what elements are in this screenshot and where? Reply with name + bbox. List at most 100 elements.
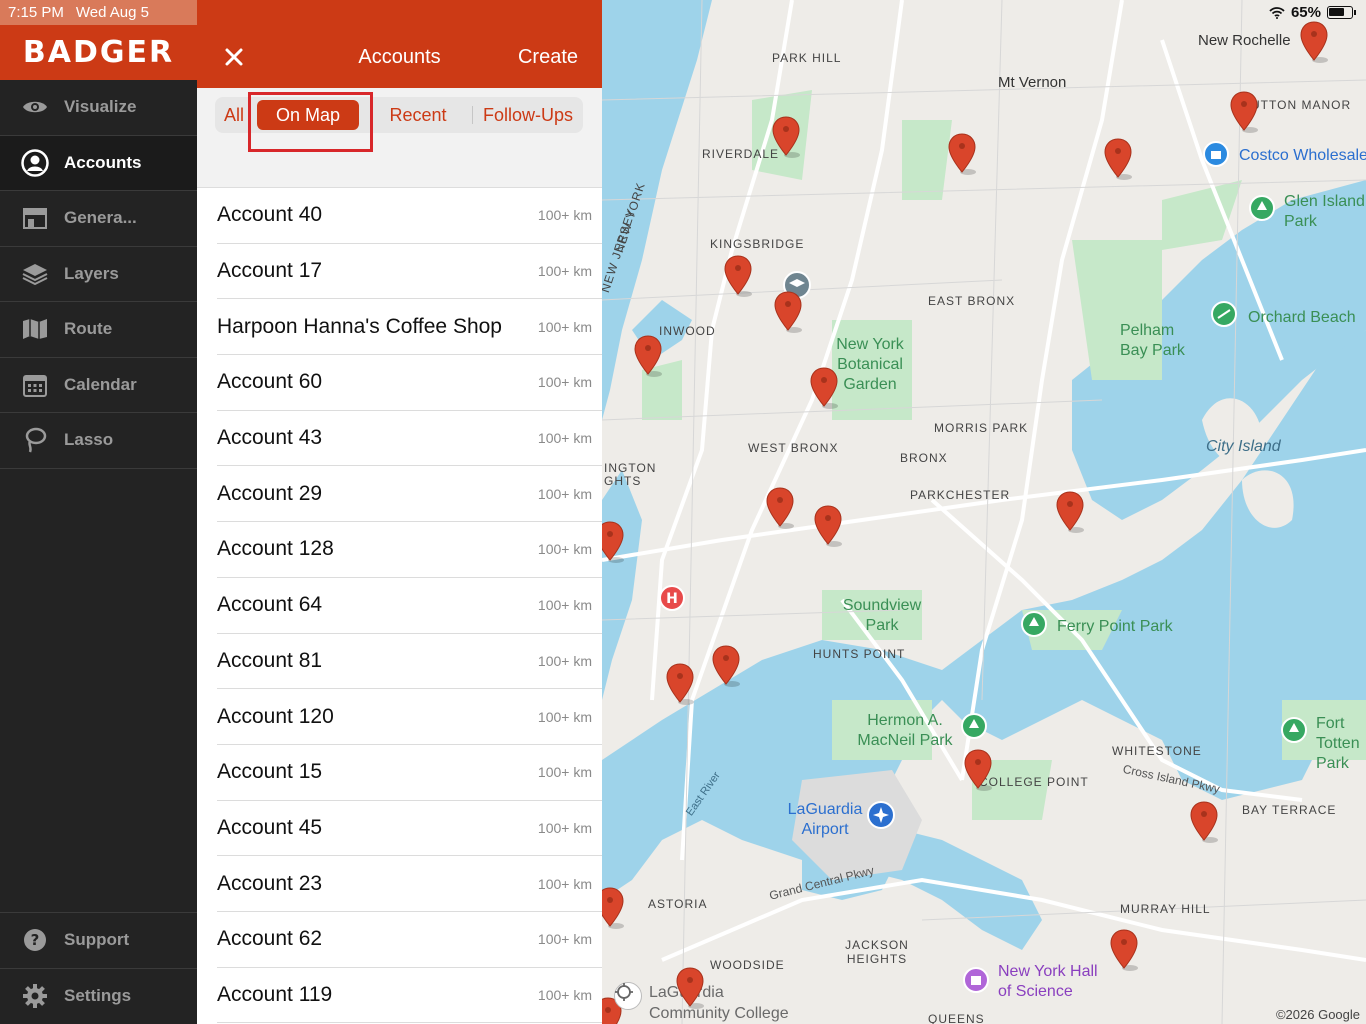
account-distance: 100+ km xyxy=(537,541,592,558)
account-row[interactable]: Account 15 100+ km xyxy=(217,745,602,801)
map-label-riverdale: RIVERDALE xyxy=(702,147,780,161)
accounts-panel: Accounts Create All On Map Recent Follow… xyxy=(197,0,602,1024)
account-map-pin[interactable] xyxy=(808,366,840,410)
account-map-pin[interactable] xyxy=(674,966,706,1010)
map-label-soundview: Soundview Park xyxy=(842,597,922,634)
status-date: Wed Aug 5 xyxy=(75,4,149,21)
account-row[interactable]: Account 45 100+ km xyxy=(217,801,602,857)
sidebar-bottom: ? Support Settings xyxy=(0,912,197,1024)
account-name: Account 128 xyxy=(217,537,334,561)
locate-button[interactable] xyxy=(614,982,642,1010)
svg-text:?: ? xyxy=(31,931,40,949)
account-map-pin[interactable] xyxy=(632,334,664,378)
account-row[interactable]: Account 29 100+ km xyxy=(217,466,602,523)
account-map-pin[interactable] xyxy=(1188,800,1220,844)
account-row[interactable]: Harpoon Hanna's Coffee Shop 100+ km xyxy=(217,299,602,356)
account-map-pin[interactable] xyxy=(772,290,804,334)
map-label-parkchester: PARKCHESTER xyxy=(910,488,1011,502)
account-map-pin[interactable] xyxy=(1108,928,1140,972)
account-map-pin[interactable] xyxy=(722,254,754,298)
map-icon xyxy=(20,314,50,344)
account-name: Account 64 xyxy=(217,593,323,617)
map-label-ferry-point: Ferry Point Park xyxy=(1057,618,1173,635)
sidebar-item-support[interactable]: ? Support xyxy=(0,913,197,969)
account-map-pin[interactable] xyxy=(710,644,742,688)
account-distance: 100+ km xyxy=(537,708,592,725)
account-map-pin[interactable] xyxy=(1054,490,1086,534)
account-distance: 100+ km xyxy=(537,875,592,892)
account-distance: 100+ km xyxy=(537,764,592,781)
account-map-pin[interactable] xyxy=(812,504,844,548)
account-row[interactable]: Account 81 100+ km xyxy=(217,634,602,690)
sidebar-item-settings[interactable]: Settings xyxy=(0,969,197,1024)
account-distance: 100+ km xyxy=(537,374,592,391)
map-label-new-rochelle: New Rochelle xyxy=(1198,32,1291,49)
eye-icon xyxy=(20,92,50,122)
museum-icon[interactable] xyxy=(962,966,990,994)
account-map-pin[interactable] xyxy=(962,748,994,792)
tab-follow-ups[interactable]: Follow-Ups xyxy=(477,97,579,133)
account-row[interactable]: Account 23 100+ km xyxy=(217,856,602,912)
park-tree-icon[interactable] xyxy=(1280,716,1308,744)
sidebar-item-layers[interactable]: Layers xyxy=(0,247,197,302)
calendar-icon xyxy=(20,370,50,400)
account-name: Account 43 xyxy=(217,426,323,450)
account-map-pin[interactable] xyxy=(764,486,796,530)
map-label-macneil: Hermon A. MacNeil Park xyxy=(857,712,953,749)
sidebar-item-route[interactable]: Route xyxy=(0,302,197,358)
map-label-orchard-beach: Orchard Beach xyxy=(1248,309,1356,326)
park-tree-icon[interactable] xyxy=(1020,610,1048,638)
account-row[interactable]: Account 43 100+ km xyxy=(217,411,602,467)
account-map-pin[interactable] xyxy=(770,115,802,159)
account-map-pin[interactable] xyxy=(1228,90,1260,134)
account-row[interactable]: Account 64 100+ km xyxy=(217,578,602,634)
battery-tip xyxy=(1354,10,1356,15)
account-distance: 100+ km xyxy=(537,485,592,502)
map-label-hunts-point: HUNTS POINT xyxy=(813,647,906,661)
account-map-pin[interactable] xyxy=(602,886,626,930)
create-button[interactable]: Create xyxy=(518,46,578,69)
sidebar-item-calendar[interactable]: Calendar xyxy=(0,358,197,413)
account-row[interactable]: Account 40 100+ km xyxy=(217,188,602,244)
account-row[interactable]: Account 62 100+ km xyxy=(217,912,602,968)
storefront-icon xyxy=(20,203,50,233)
account-row[interactable]: Account 119 100+ km xyxy=(217,968,602,1024)
beach-icon[interactable] xyxy=(1210,300,1238,328)
map-label-city-island: City Island xyxy=(1206,438,1281,455)
status-bar-right: 65% xyxy=(1269,4,1356,21)
account-map-pin[interactable] xyxy=(602,520,626,564)
map-label-park-hill: PARK HILL xyxy=(772,51,842,65)
account-map-pin[interactable] xyxy=(946,132,978,176)
sidebar-item-visualize[interactable]: Visualize xyxy=(0,80,197,136)
account-distance: 100+ km xyxy=(537,931,592,948)
highlight-box xyxy=(248,92,373,152)
map-label-bay-terrace: BAY TERRACE xyxy=(1242,803,1337,817)
sidebar-item-accounts[interactable]: Accounts xyxy=(0,135,197,191)
map-copyright: ©2026 Google xyxy=(1275,1007,1360,1022)
account-name: Account 17 xyxy=(217,259,323,283)
segment-divider xyxy=(472,106,473,124)
battery-icon xyxy=(1327,6,1353,19)
account-row[interactable]: Account 120 100+ km xyxy=(217,689,602,745)
map-label-woodside: WOODSIDE xyxy=(710,958,785,972)
tab-recent[interactable]: Recent xyxy=(373,97,463,133)
park-tree-icon[interactable] xyxy=(960,712,988,740)
account-row[interactable]: Account 60 100+ km xyxy=(217,355,602,411)
sidebar-item-general[interactable]: Genera... xyxy=(0,191,197,247)
account-name: Account 120 xyxy=(217,704,334,728)
account-map-pin[interactable] xyxy=(664,662,696,706)
account-map-pin[interactable] xyxy=(1298,20,1330,64)
layers-icon xyxy=(20,259,50,289)
airport-icon[interactable] xyxy=(866,800,896,830)
shopping-icon[interactable] xyxy=(1202,140,1230,168)
account-map-pin[interactable] xyxy=(1102,137,1134,181)
map-label-glen-island: Glen Island Park xyxy=(1284,193,1365,230)
account-row[interactable]: Account 128 100+ km xyxy=(217,522,602,578)
tab-all[interactable]: All xyxy=(219,97,249,133)
park-tree-icon[interactable] xyxy=(1248,194,1276,222)
account-name: Account 15 xyxy=(217,760,323,784)
sidebar-item-lasso[interactable]: Lasso xyxy=(0,413,197,469)
account-row[interactable]: Account 17 100+ km xyxy=(217,244,602,300)
hospital-icon[interactable]: H xyxy=(658,584,686,612)
map-view[interactable]: New Rochelle Mt Vernon PARK HILL RIVERDA… xyxy=(602,0,1366,1024)
